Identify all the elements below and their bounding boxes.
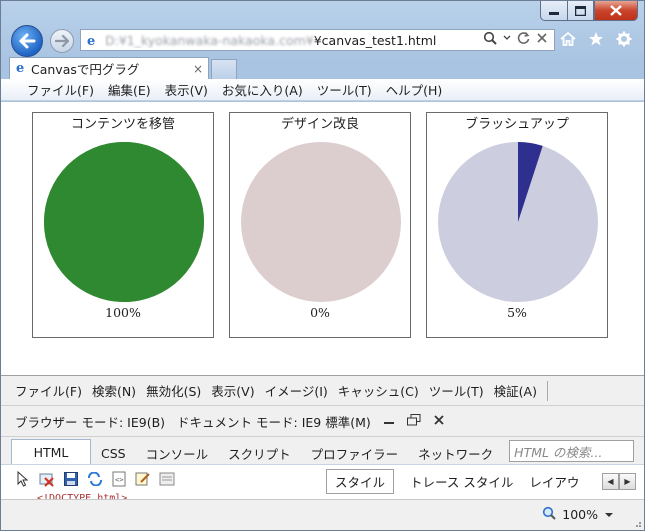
- svg-text:e: e: [87, 34, 95, 47]
- menu-favorites[interactable]: お気に入り(A): [222, 80, 303, 99]
- svg-text:e: e: [16, 61, 24, 74]
- tab-script[interactable]: スクリプト: [218, 442, 301, 464]
- zoom-control[interactable]: 100%: [542, 506, 614, 523]
- tab-ie-icon: e: [15, 60, 31, 77]
- menu-edit[interactable]: 編集(E): [108, 80, 151, 99]
- devtools-menu-view[interactable]: 表示(V): [211, 381, 254, 400]
- devtools-mode-bar: ブラウザー モード: IE9(B) ドキュメント モード: IE9 標準(M): [1, 407, 644, 437]
- chart-percent-label: 100%: [105, 305, 141, 320]
- tools-gear-icon[interactable]: [616, 31, 632, 50]
- window-controls: [540, 1, 638, 21]
- close-icon: [610, 5, 622, 16]
- menu-tools[interactable]: ツール(T): [317, 80, 372, 99]
- devtools-menu-find[interactable]: 検索(N): [92, 381, 136, 400]
- chart-title: ブラッシュアップ: [465, 117, 569, 132]
- devtools-menu-images[interactable]: イメージ(I): [265, 381, 328, 400]
- tab-layout[interactable]: レイアウ: [529, 472, 579, 491]
- search-icon[interactable]: [483, 31, 497, 49]
- menu-help[interactable]: ヘルプ(H): [386, 80, 443, 99]
- select-element-icon[interactable]: [15, 471, 31, 487]
- close-window-button[interactable]: [594, 1, 638, 21]
- edit-icon[interactable]: [135, 471, 151, 487]
- tab-profiler[interactable]: プロファイラー: [301, 442, 409, 464]
- address-bar[interactable]: e D:¥1_kyokanwaka-nakaoka.com¥¥canvas_te…: [80, 29, 555, 51]
- devtools-menu-file[interactable]: ファイル(F): [15, 381, 82, 400]
- layout-icon[interactable]: [159, 471, 175, 487]
- tab-network[interactable]: ネットワーク: [408, 442, 503, 464]
- scroll-right-button[interactable]: ▶: [619, 473, 636, 490]
- zoom-dropdown-icon[interactable]: [604, 507, 614, 522]
- devtools-menu-validate[interactable]: 検証(A): [494, 381, 537, 400]
- favorites-star-icon[interactable]: [588, 31, 604, 50]
- page-icon: e: [85, 32, 101, 48]
- pie-chart-panel-1: コンテンツを移管 100%: [32, 112, 214, 338]
- chart-title: コンテンツを移管: [70, 117, 175, 132]
- menu-file[interactable]: ファイル(F): [27, 80, 94, 99]
- word-wrap-icon[interactable]: <>: [111, 471, 127, 487]
- menu-bar: ファイル(F) 編集(E) 表示(V) お気に入り(A) ツール(T) ヘルプ(…: [1, 79, 644, 101]
- pie-chart: [438, 142, 598, 302]
- navigation-bar: e D:¥1_kyokanwaka-nakaoka.com¥¥canvas_te…: [1, 23, 644, 57]
- minimize-icon: [549, 11, 559, 15]
- zoom-level: 100%: [562, 507, 598, 522]
- devtools-popout-icon[interactable]: [406, 414, 421, 429]
- menu-view[interactable]: 表示(V): [165, 80, 208, 99]
- devtools-close-icon[interactable]: [433, 414, 445, 429]
- devtools-menu-disable[interactable]: 無効化(S): [146, 381, 201, 400]
- tab-console[interactable]: コンソール: [136, 442, 219, 464]
- page-content: コンテンツを移管 100% デザイン改良 0% ブラッシュアップ 5%: [1, 102, 644, 375]
- scroll-left-button[interactable]: ◀: [602, 473, 619, 490]
- stop-icon[interactable]: [536, 31, 548, 49]
- resize-grip-icon[interactable]: [632, 518, 642, 528]
- forward-arrow-icon: [55, 35, 69, 47]
- menu-divider: [546, 380, 548, 401]
- tab-trace-style[interactable]: トレース スタイル: [410, 472, 513, 491]
- home-icon[interactable]: [560, 31, 576, 50]
- browser-mode-selector[interactable]: ブラウザー モード: IE9(B): [15, 412, 165, 431]
- svg-text:<>: <>: [115, 476, 123, 484]
- tab-css[interactable]: CSS: [91, 442, 136, 464]
- save-icon[interactable]: [63, 471, 79, 487]
- devtools-menu: ファイル(F) 検索(N) 無効化(S) 表示(V) イメージ(I) キャッシュ…: [1, 376, 644, 406]
- pie-slice-remaining: [241, 142, 401, 302]
- pie-chart: [44, 142, 204, 302]
- status-bar: 100%: [1, 499, 644, 530]
- pie-chart: [241, 142, 401, 302]
- zoom-icon: [542, 506, 556, 523]
- devtools-menu-cache[interactable]: キャッシュ(C): [338, 381, 419, 400]
- devtools-tabs: HTML CSS コンソール スクリプト プロファイラー ネットワーク HTML…: [1, 438, 644, 464]
- minimize-button[interactable]: [540, 1, 567, 21]
- chart-title: デザイン改良: [280, 117, 359, 132]
- pie-chart-panel-2: デザイン改良 0%: [229, 112, 411, 338]
- developer-tools: ファイル(F) 検索(N) 無効化(S) 表示(V) イメージ(I) キャッシュ…: [1, 375, 644, 501]
- refresh-dom-icon[interactable]: [87, 471, 103, 487]
- document-mode-selector[interactable]: ドキュメント モード: IE9 標準(M): [177, 412, 371, 431]
- tab-title: Canvasで円グラグ: [31, 62, 140, 77]
- tab-style[interactable]: スタイル: [326, 469, 395, 494]
- chart-percent-label: 5%: [507, 305, 527, 320]
- pie-chart-panel-3: ブラッシュアップ 5%: [426, 112, 608, 338]
- clear-browser-icon[interactable]: [39, 471, 55, 487]
- tab-html[interactable]: HTML: [11, 439, 91, 464]
- pie-slice-progress: [44, 142, 204, 302]
- tab-bar: e Canvasで円グラグ ×: [1, 57, 644, 79]
- devtools-menu-tools[interactable]: ツール(T): [429, 381, 484, 400]
- browser-window: e D:¥1_kyokanwaka-nakaoka.com¥¥canvas_te…: [0, 0, 645, 531]
- devtools-minimize-icon[interactable]: [383, 414, 395, 429]
- maximize-button[interactable]: [567, 1, 594, 21]
- browser-tab[interactable]: e Canvasで円グラグ ×: [9, 57, 209, 79]
- devtools-toolbar: <> <!DOCTYPE html> スタイル トレース スタイル レイアウ ◀…: [1, 464, 644, 501]
- back-arrow-icon: [19, 33, 36, 49]
- back-button[interactable]: [11, 25, 43, 57]
- tab-close-button[interactable]: ×: [193, 62, 203, 76]
- forward-button[interactable]: [50, 29, 74, 53]
- url-text: D:¥1_kyokanwaka-nakaoka.com¥¥canvas_test…: [105, 32, 437, 48]
- maximize-icon: [575, 5, 586, 16]
- new-tab-button[interactable]: [211, 59, 237, 79]
- dropdown-arrow-icon[interactable]: [503, 31, 511, 49]
- chart-percent-label: 0%: [310, 305, 330, 320]
- html-search-input[interactable]: HTML の検索...: [509, 440, 635, 462]
- refresh-icon[interactable]: [517, 31, 530, 49]
